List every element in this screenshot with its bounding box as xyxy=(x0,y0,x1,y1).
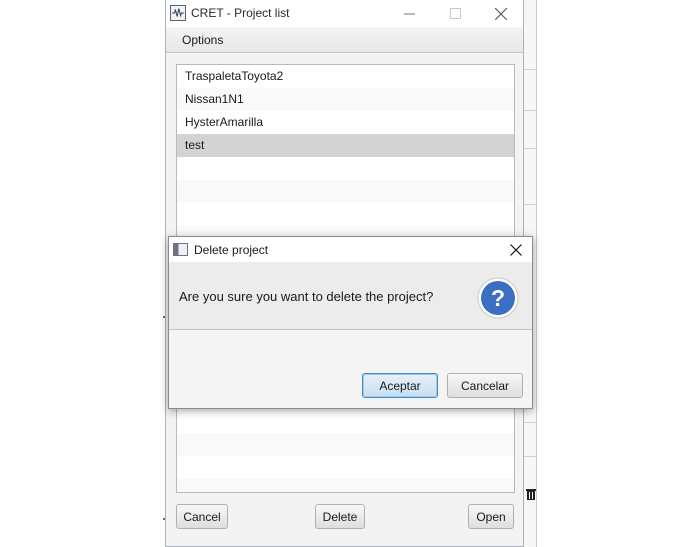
background-divider xyxy=(523,69,537,70)
window-titlebar[interactable]: CRET - Project list xyxy=(166,0,523,27)
decline-button[interactable]: Cancelar xyxy=(447,373,523,398)
question-icon: ? xyxy=(477,277,519,319)
background-divider xyxy=(523,422,537,423)
menu-options[interactable]: Options xyxy=(176,32,229,48)
dialog-message: Are you sure you want to delete the proj… xyxy=(179,289,434,304)
menu-bar: Options xyxy=(166,27,523,53)
dialog-titlebar[interactable]: Delete project xyxy=(169,237,532,262)
empty-list-row xyxy=(177,180,514,203)
delete-button[interactable]: Delete xyxy=(315,504,365,529)
empty-list-row xyxy=(177,433,514,456)
svg-text:?: ? xyxy=(491,285,505,311)
minimize-icon xyxy=(403,13,415,15)
background-divider xyxy=(523,110,537,111)
list-item[interactable]: HysterAmarilla xyxy=(177,111,514,134)
dialog-header: Are you sure you want to delete the proj… xyxy=(169,262,532,330)
list-item[interactable]: TraspaletaToyota2 xyxy=(177,65,514,88)
minimize-button[interactable] xyxy=(386,0,432,27)
empty-list-row xyxy=(177,157,514,180)
background-divider xyxy=(523,148,537,149)
dialog-window-icon xyxy=(173,243,188,256)
trash-icon[interactable] xyxy=(525,487,537,501)
empty-list-row xyxy=(177,410,514,433)
dialog-close-button[interactable] xyxy=(506,240,526,260)
background-divider xyxy=(523,456,537,457)
window-title: CRET - Project list xyxy=(191,6,290,20)
delete-project-dialog: Delete project Are you sure you want to … xyxy=(168,236,533,409)
close-icon xyxy=(510,244,522,256)
open-button[interactable]: Open xyxy=(468,504,514,529)
accept-button[interactable]: Aceptar xyxy=(362,373,438,398)
empty-list-row xyxy=(177,203,514,226)
app-waveform-icon xyxy=(170,5,186,21)
cancel-button[interactable]: Cancel xyxy=(176,504,228,529)
empty-list-row xyxy=(177,456,514,479)
dialog-title: Delete project xyxy=(194,243,269,257)
list-item-selected[interactable]: test xyxy=(177,134,514,157)
close-icon xyxy=(495,7,507,20)
maximize-icon xyxy=(449,8,461,19)
close-button[interactable] xyxy=(478,0,524,27)
background-divider xyxy=(523,204,537,205)
list-item[interactable]: Nissan1N1 xyxy=(177,88,514,111)
maximize-button[interactable] xyxy=(432,0,478,27)
empty-list-row xyxy=(177,479,514,492)
